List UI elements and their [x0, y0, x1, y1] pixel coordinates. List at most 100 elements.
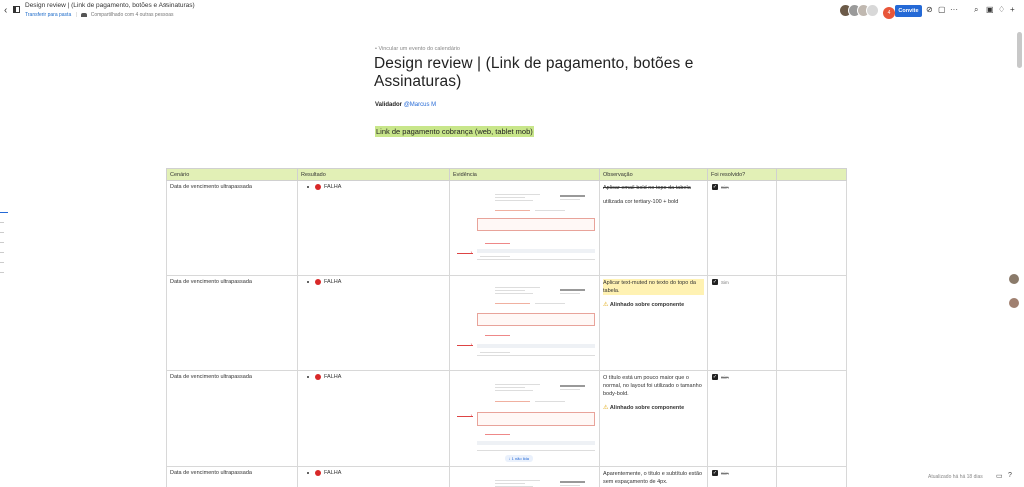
outline-marker[interactable] [0, 252, 4, 253]
back-icon[interactable]: ‹ [4, 5, 7, 16]
table-row: Data de vencimento ultrapassada FALHA › [166, 370, 847, 467]
check-icon[interactable]: ✓ [712, 470, 718, 476]
top-bar: ‹ Design review | (Link de pagamento, bo… [0, 0, 1024, 22]
outline-rail[interactable] [0, 212, 8, 282]
result-cell[interactable]: FALHA [297, 180, 450, 276]
resolved-label: Sim [721, 470, 729, 476]
column-header[interactable]: Observação [599, 168, 708, 181]
last-updated: Atualizado há há 18 dias [928, 474, 983, 480]
table-row: Data de vencimento ultrapassada FALHA › [166, 275, 847, 371]
more-icon[interactable]: ··· [950, 5, 958, 15]
check-icon[interactable]: ✓ [712, 279, 718, 285]
empty-cell[interactable] [776, 466, 847, 487]
warning-icon: ⚠ [603, 302, 609, 308]
scrollbar-thumb[interactable] [1017, 32, 1022, 68]
scenario-cell[interactable]: Data de vencimento ultrapassada [166, 466, 298, 487]
separator: | [75, 12, 77, 18]
observation-cell[interactable]: O título está um pouco maior que o norma… [599, 370, 708, 467]
invite-button[interactable]: Convite [895, 5, 922, 17]
evidence-screenshot[interactable] [455, 472, 595, 487]
result-cell[interactable]: FALHA [297, 275, 450, 371]
comment-avatar[interactable] [1009, 298, 1019, 308]
observation-text: utilizada cor tertiary-100 + bold [603, 199, 679, 205]
evidence-screenshot[interactable]: › [455, 186, 595, 272]
fail-status-icon [315, 184, 321, 190]
transfer-folder-link[interactable]: Transferir para pasta [25, 12, 71, 18]
scenario-cell[interactable]: Data de vencimento ultrapassada [166, 370, 298, 467]
result-cell[interactable]: FALHA [297, 466, 450, 487]
link-icon[interactable]: ⊘ [926, 5, 933, 15]
outline-marker[interactable] [0, 242, 4, 243]
observation-cell[interactable]: Aplicar text-muted no texto do topo da t… [599, 275, 708, 371]
evidence-cell[interactable]: › [449, 180, 600, 276]
table-row: Data de vencimento ultrapassada FALHA Ap… [166, 466, 847, 487]
calendar-link[interactable]: • Vincular um evento do calendário [375, 46, 460, 52]
evidence-cell[interactable]: › [449, 275, 600, 371]
evidence-cell[interactable] [449, 466, 600, 487]
review-table: Cenário Resultado Evidência Observação F… [166, 168, 847, 487]
warning-icon: ⚠ [603, 405, 609, 411]
column-header[interactable]: Evidência [449, 168, 600, 181]
scenario-cell[interactable]: Data de vencimento ultrapassada [166, 180, 298, 276]
bullet [307, 186, 309, 188]
outline-marker[interactable] [0, 212, 8, 213]
result-label: FALHA [324, 470, 342, 476]
empty-cell[interactable] [776, 370, 847, 467]
fail-status-icon [315, 374, 321, 380]
bullet [307, 472, 309, 474]
evidence-screenshot[interactable]: › [455, 281, 595, 367]
help-icon[interactable]: ? [1008, 472, 1012, 479]
avatar-count-badge[interactable]: 4 [883, 7, 895, 19]
unread-button[interactable]: ↓ 1 não lida [504, 455, 533, 462]
column-header[interactable]: Resultado [297, 168, 450, 181]
column-header[interactable] [776, 168, 847, 181]
shared-info[interactable]: Compartilhado com 4 outras pessoas [91, 12, 174, 18]
observation-strike-text: Aplicar email-bold no topo da tabela [603, 185, 691, 191]
column-header[interactable]: Cenário [166, 168, 298, 181]
result-cell[interactable]: FALHA [297, 370, 450, 467]
user-mention[interactable]: @Marcus M [404, 102, 436, 108]
document-title-breadcrumb[interactable]: Design review | (Link de pagamento, botõ… [25, 2, 195, 9]
bullet [307, 281, 309, 283]
plus-icon[interactable]: + [1010, 5, 1015, 15]
bell-icon[interactable]: ♢ [998, 5, 1005, 15]
check-icon[interactable]: ✓ [712, 374, 718, 380]
result-label: FALHA [324, 374, 342, 380]
evidence-cell[interactable]: › ↓ 1 não lida [449, 370, 600, 467]
sidebar-toggle-icon[interactable] [13, 6, 20, 13]
search-icon[interactable]: ⌕ [974, 5, 978, 15]
validator-label: Validador [375, 102, 403, 108]
comment-icon[interactable]: ▢ [938, 5, 946, 15]
outline-marker[interactable] [0, 262, 4, 263]
resolved-cell[interactable]: ✓ Sim [707, 275, 777, 371]
check-icon[interactable]: ✓ [712, 184, 718, 190]
column-header[interactable]: Foi resolvido? [707, 168, 777, 181]
outline-marker[interactable] [0, 272, 4, 273]
bullet [307, 376, 309, 378]
resolved-cell[interactable]: ✓ Sim [707, 466, 777, 487]
scrollbar[interactable] [1015, 22, 1024, 462]
resolved-cell[interactable]: ✓ Sim [707, 180, 777, 276]
keyboard-icon[interactable]: ▭ [996, 472, 1003, 480]
edit-icon[interactable]: ▣ [986, 5, 994, 15]
scenario-cell[interactable]: Data de vencimento ultrapassada [166, 275, 298, 371]
resolved-cell[interactable]: ✓ Sim [707, 370, 777, 467]
page-title[interactable]: Design review | (Link de pagamento, botõ… [374, 55, 694, 91]
evidence-screenshot[interactable]: › ↓ 1 não lida [455, 376, 595, 462]
fail-status-icon [315, 279, 321, 285]
outline-marker[interactable] [0, 222, 4, 223]
chevron-icon[interactable]: » [164, 2, 167, 8]
comment-avatar[interactable] [1009, 274, 1019, 284]
observation-cell[interactable]: Aparentemente, o título e subtítulo estã… [599, 466, 708, 487]
outline-marker[interactable] [0, 232, 4, 233]
observation-text: O título está um pouco maior que o norma… [603, 375, 702, 397]
resolved-label: Sim [721, 374, 729, 380]
observation-cell[interactable]: Aplicar email-bold no topo da tabela uti… [599, 180, 708, 276]
table-row: Data de vencimento ultrapassada FALHA › [166, 180, 847, 276]
avatar[interactable] [866, 4, 879, 17]
observation-text: Aparentemente, o título e subtítulo estã… [603, 471, 703, 485]
result-label: FALHA [324, 184, 342, 190]
section-heading[interactable]: Link de pagamento cobrança (web, tablet … [375, 126, 534, 137]
empty-cell[interactable] [776, 275, 847, 371]
empty-cell[interactable] [776, 180, 847, 276]
